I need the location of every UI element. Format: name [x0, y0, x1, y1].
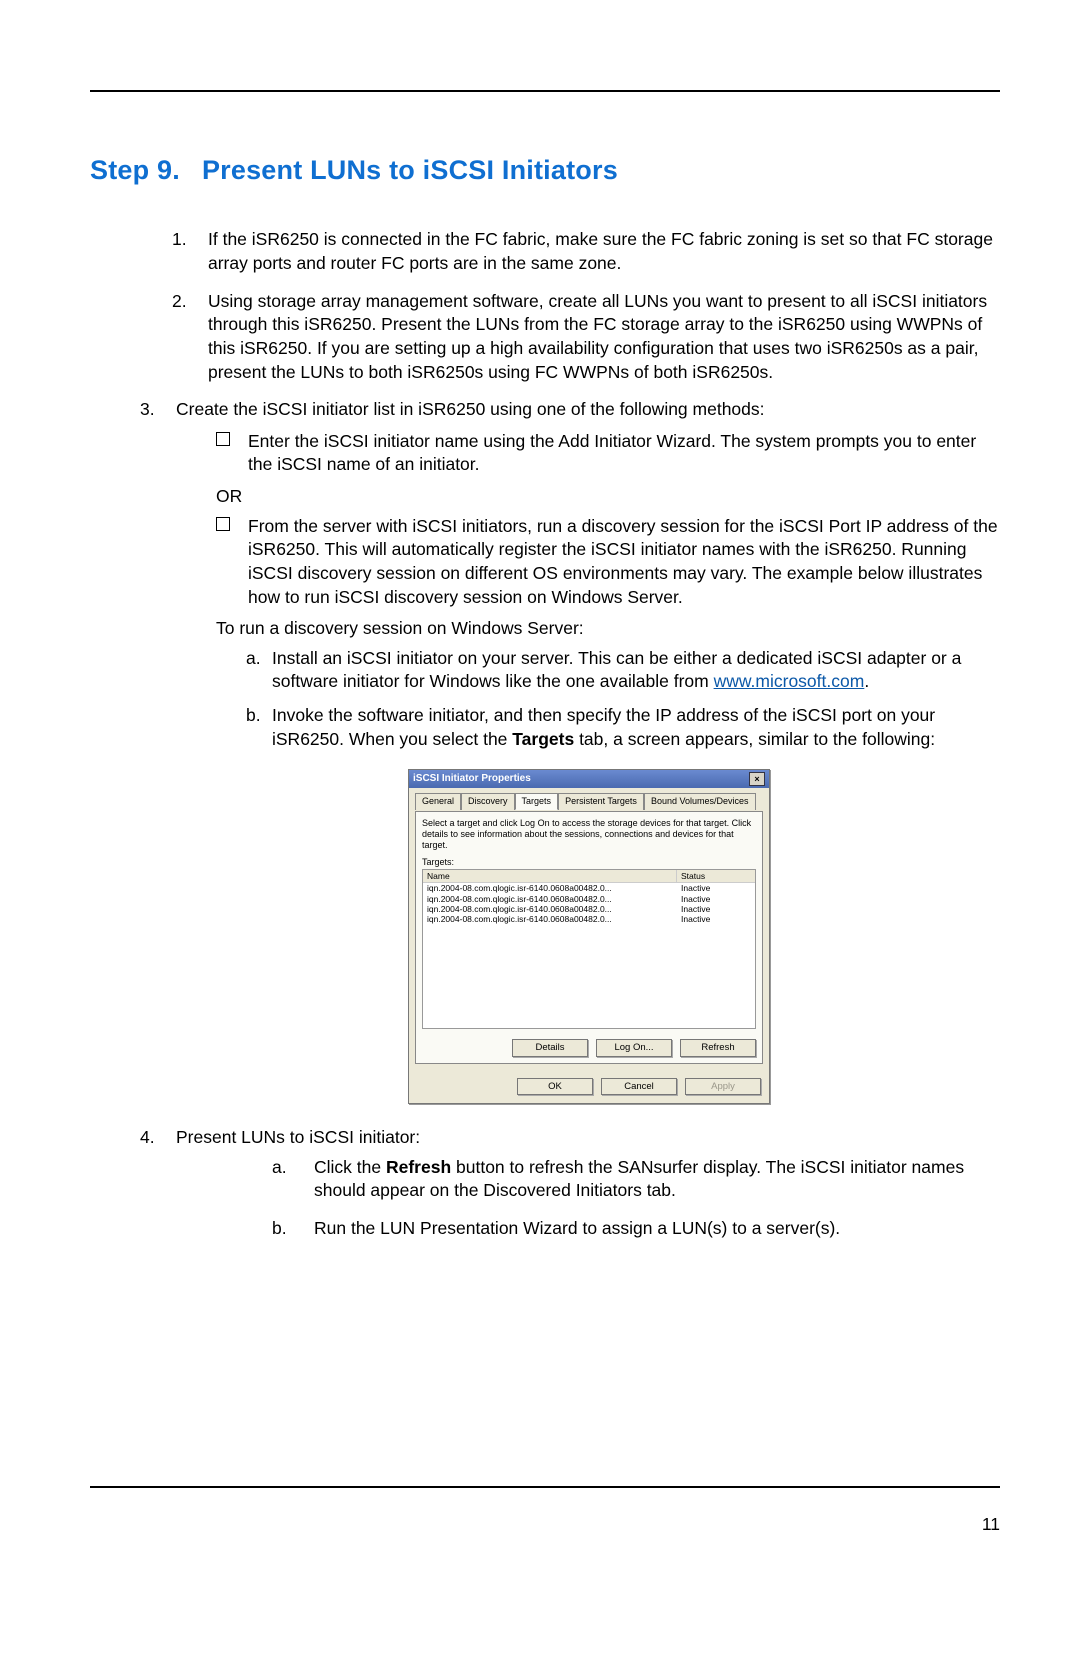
item-text: Present LUNs to iSCSI initiator:: [176, 1127, 420, 1147]
tab-persistent[interactable]: Persistent Targets: [558, 793, 644, 810]
list-item-2: 2. Using storage array management softwa…: [172, 290, 1000, 385]
item-number: 1.: [172, 228, 187, 252]
cancel-button[interactable]: Cancel: [601, 1078, 677, 1095]
dialog-titlebar: iSCSI Initiator Properties ×: [409, 770, 769, 788]
col-status: Status: [677, 870, 755, 882]
item-number: 3.: [140, 398, 155, 422]
item-text: Using storage array management software,…: [208, 291, 987, 382]
checkbox-bullet-icon: [216, 432, 230, 446]
targets-label: Targets:: [422, 857, 756, 868]
bottom-rule: [90, 1486, 1000, 1488]
alpha-letter: b.: [272, 1217, 287, 1241]
alpha-text-post: tab, a screen appears, similar to the fo…: [574, 729, 935, 749]
dialog-screenshot: iSCSI Initiator Properties × General Dis…: [408, 769, 768, 1104]
alpha-item-b: b. Invoke the software initiator, and th…: [246, 704, 1000, 751]
tab-general[interactable]: General: [415, 793, 461, 810]
or-separator: OR: [216, 485, 1000, 509]
sub-bullet-2: From the server with iSCSI initiators, r…: [216, 515, 1000, 610]
step-heading: Step 9. Present LUNs to iSCSI Initiators: [90, 152, 1000, 188]
sub-text: Enter the iSCSI initiator name using the…: [248, 431, 976, 475]
step4-alpha-a: a. Click the Refresh button to refresh t…: [272, 1156, 1000, 1203]
list-item-4: 4. Present LUNs to iSCSI initiator: a. C…: [140, 1126, 1000, 1241]
targets-listbox[interactable]: Name Status iqn.2004-08.com.qlogic.isr-6…: [422, 869, 756, 1029]
alpha-letter: a.: [246, 647, 261, 671]
run-instruction: To run a discovery session on Windows Se…: [216, 617, 1000, 641]
col-name: Name: [423, 870, 677, 882]
microsoft-link[interactable]: www.microsoft.com: [714, 671, 865, 691]
alpha-text-post: .: [864, 671, 869, 691]
targets-bold: Targets: [512, 729, 574, 749]
tab-discovery[interactable]: Discovery: [461, 793, 515, 810]
table-row[interactable]: iqn.2004-08.com.qlogic.isr-6140.0608a004…: [423, 883, 755, 893]
table-row[interactable]: iqn.2004-08.com.qlogic.isr-6140.0608a004…: [423, 914, 755, 924]
item-number: 4.: [140, 1126, 155, 1150]
top-rule: [90, 90, 1000, 92]
apply-button[interactable]: Apply: [685, 1078, 761, 1095]
dialog-instruction: Select a target and click Log On to acce…: [422, 818, 756, 850]
step4-alpha-b: b. Run the LUN Presentation Wizard to as…: [272, 1217, 1000, 1241]
s4a-pre: Click the: [314, 1157, 386, 1177]
item-text: Create the iSCSI initiator list in iSR62…: [176, 399, 765, 419]
tab-bound[interactable]: Bound Volumes/Devices: [644, 793, 756, 810]
table-row[interactable]: iqn.2004-08.com.qlogic.isr-6140.0608a004…: [423, 894, 755, 904]
details-button[interactable]: Details: [512, 1039, 588, 1056]
s4b-text: Run the LUN Presentation Wizard to assig…: [314, 1218, 840, 1238]
alpha-letter: a.: [272, 1156, 287, 1180]
dialog-tabs: General Discovery Targets Persistent Tar…: [415, 792, 763, 809]
table-row[interactable]: iqn.2004-08.com.qlogic.isr-6140.0608a004…: [423, 904, 755, 914]
tab-targets[interactable]: Targets: [515, 793, 559, 810]
step-title: Present LUNs to iSCSI Initiators: [202, 155, 618, 185]
checkbox-bullet-icon: [216, 517, 230, 531]
alpha-letter: b.: [246, 704, 261, 728]
logon-button[interactable]: Log On...: [596, 1039, 672, 1056]
dialog-title-text: iSCSI Initiator Properties: [413, 773, 531, 785]
item-number: 2.: [172, 290, 187, 314]
alpha-item-a: a. Install an iSCSI initiator on your se…: [246, 647, 1000, 694]
sub-bullet-1: Enter the iSCSI initiator name using the…: [216, 430, 1000, 477]
close-icon[interactable]: ×: [749, 772, 765, 786]
refresh-bold: Refresh: [386, 1157, 451, 1177]
page-number: 11: [982, 1513, 1000, 1537]
list-item-3: 3. Create the iSCSI initiator list in iS…: [140, 398, 1000, 1104]
list-item-1: 1. If the iSR6250 is connected in the FC…: [172, 228, 1000, 275]
step-prefix: Step 9.: [90, 155, 180, 185]
sub-text: From the server with iSCSI initiators, r…: [248, 516, 998, 607]
item-text: If the iSR6250 is connected in the FC fa…: [208, 229, 993, 273]
refresh-button[interactable]: Refresh: [680, 1039, 756, 1056]
ok-button[interactable]: OK: [517, 1078, 593, 1095]
